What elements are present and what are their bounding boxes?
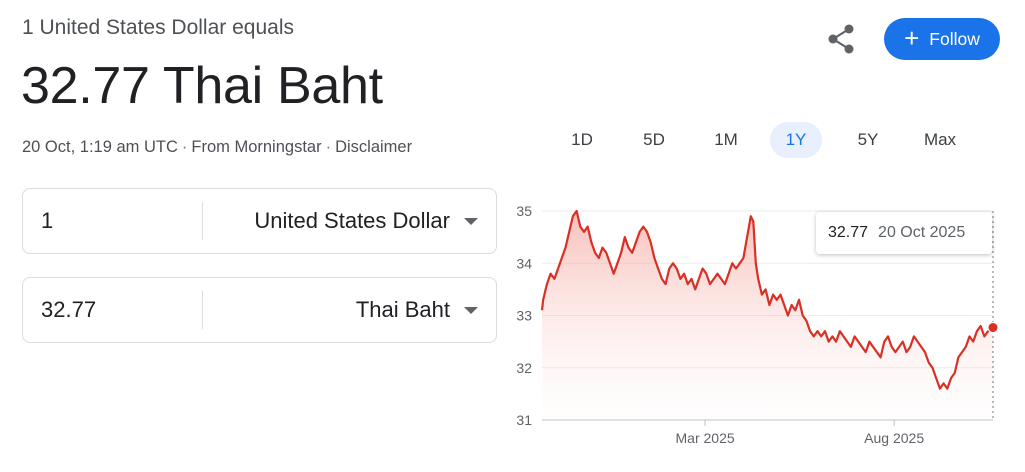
to-currency-row: 32.77 Thai Baht: [22, 277, 497, 343]
tab-5y[interactable]: 5Y: [841, 122, 895, 158]
tooltip-value: 32.77: [828, 224, 869, 241]
from-currency-select[interactable]: United States Dollar: [254, 208, 450, 234]
y-tick-label: 34: [516, 255, 532, 271]
conversion-result: 32.77 Thai Baht: [21, 56, 383, 116]
y-tick-label: 31: [516, 412, 532, 428]
y-tick-label: 33: [516, 308, 532, 324]
x-tick-label: Mar 2025: [676, 430, 735, 446]
result-value: 32.77: [21, 57, 150, 115]
x-tick-label: Aug 2025: [864, 430, 924, 446]
tab-1y[interactable]: 1Y: [770, 122, 822, 158]
converter-divider: [202, 202, 203, 240]
to-amount-input[interactable]: 32.77: [41, 297, 96, 323]
disclaimer-link[interactable]: Disclaimer: [335, 138, 412, 156]
chart-tooltip: 32.77 20 Oct 2025: [816, 212, 992, 254]
converter-divider: [202, 291, 203, 329]
tab-5d[interactable]: 5D: [627, 122, 681, 158]
to-currency-select[interactable]: Thai Baht: [356, 297, 450, 323]
from-amount-input[interactable]: 1: [41, 208, 53, 234]
rate-meta: 20 Oct, 1:19 am UTC · From Morningstar · Dis…: [22, 138, 412, 157]
result-currency: Thai Baht: [162, 57, 383, 115]
meta-separator: ·: [181, 138, 188, 156]
follow-label: Follow: [929, 28, 980, 49]
share-button[interactable]: [823, 20, 861, 58]
tab-1d[interactable]: 1D: [555, 122, 609, 158]
conversion-subtitle: 1 United States Dollar equals: [22, 16, 294, 39]
tooltip-date: 20 Oct 2025: [878, 224, 966, 241]
tab-max[interactable]: Max: [913, 122, 967, 158]
y-tick-label: 35: [516, 203, 532, 219]
chevron-down-icon[interactable]: [464, 218, 478, 225]
current-point-marker: [987, 322, 999, 334]
source-link[interactable]: From Morningstar: [191, 138, 321, 156]
follow-button[interactable]: + Follow: [884, 18, 1000, 60]
chevron-down-icon[interactable]: [464, 307, 478, 314]
meta-separator: ·: [325, 138, 332, 156]
timestamp: 20 Oct, 1:19 am UTC: [22, 138, 178, 156]
plus-icon: +: [904, 23, 920, 53]
from-currency-row: 1 United States Dollar: [22, 188, 497, 254]
tab-1m[interactable]: 1M: [699, 122, 753, 158]
share-icon: [828, 24, 854, 54]
y-tick-label: 32: [516, 360, 532, 376]
